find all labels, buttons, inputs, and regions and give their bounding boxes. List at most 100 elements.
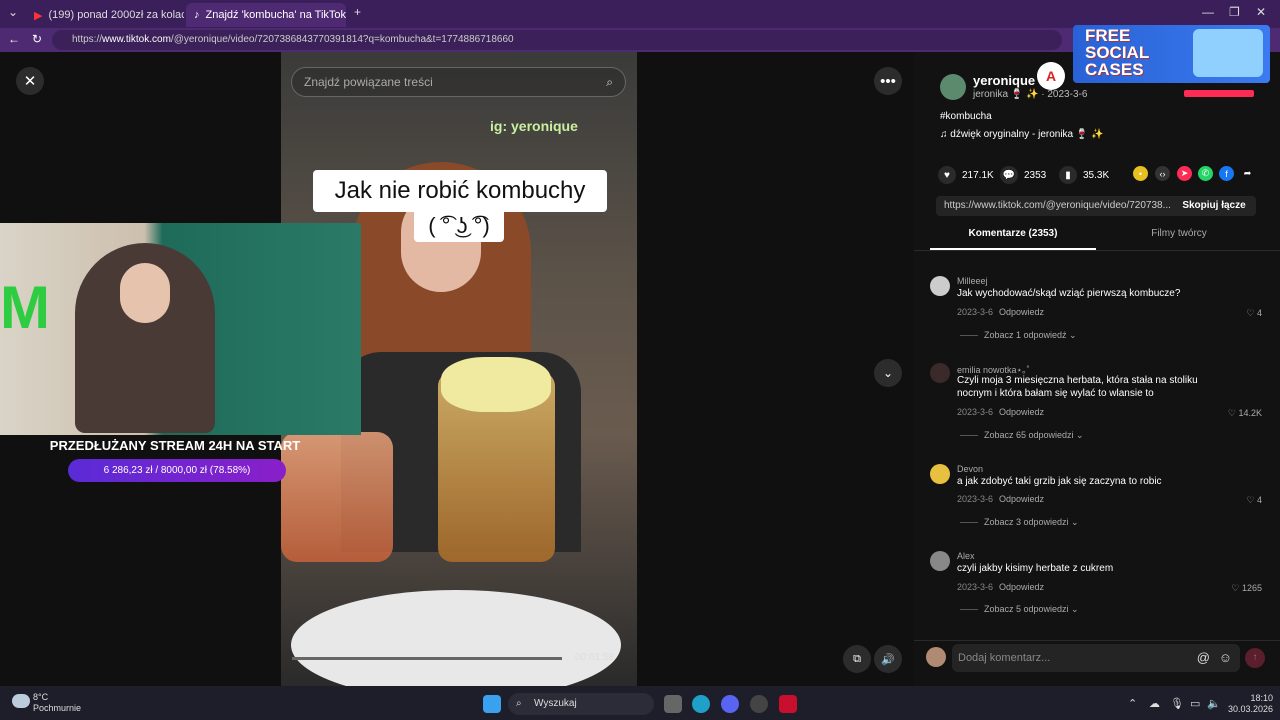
comment-like[interactable]: ♡ 14.2K — [1228, 408, 1262, 419]
video-description[interactable]: #kombucha — [940, 111, 992, 122]
cloud-icon[interactable]: ☁ — [1149, 697, 1160, 710]
new-tab-button[interactable]: + — [354, 5, 361, 19]
task-view-icon[interactable] — [664, 695, 682, 713]
taskbar-search[interactable]: ⌕ Wyszukaj — [508, 693, 654, 715]
tab-comments[interactable]: Komentarze (2353) — [930, 228, 1096, 250]
view-replies-button[interactable]: Zobacz 1 odpowiedź ⌄ — [960, 330, 1077, 341]
comment-meta: 2023-3-6 Odpowiedz — [957, 494, 1044, 504]
bookmark-icon[interactable]: ▮ — [1059, 166, 1077, 184]
comment-user[interactable]: Milleeej — [957, 276, 988, 286]
url-prefix: https:// — [72, 34, 103, 45]
comment-date: 2023-3-6 — [957, 407, 994, 417]
url-path: /@yeronique/video/7207386843770391814?q=… — [170, 34, 514, 45]
white-bowl — [291, 590, 621, 686]
stream-title: PRZEDŁUŻANY STREAM 24H NA START — [49, 438, 301, 453]
refresh-icon[interactable]: ↻ — [32, 32, 42, 46]
comment-icon[interactable]: 💬 — [1000, 166, 1018, 184]
ad-brand-icon[interactable]: A — [1037, 62, 1065, 90]
jar-cloth — [441, 357, 551, 412]
edge-icon[interactable] — [692, 695, 710, 713]
video-progress-bar[interactable] — [292, 657, 562, 660]
maximize-button[interactable]: ❐ — [1229, 5, 1240, 19]
more-options-icon[interactable]: ••• — [874, 67, 902, 95]
clock-time: 18:10 — [1250, 693, 1274, 703]
tab-youtube[interactable]: ▶ (199) ponad 2000zł za kolację i czł ✕ — [26, 3, 184, 27]
back-icon[interactable]: ← — [8, 32, 20, 46]
mic-icon[interactable]: 🎙 — [1170, 697, 1184, 710]
browser-tab-strip: ▶ (199) ponad 2000zł za kolację i czł ✕ … — [0, 0, 1280, 28]
author-avatar[interactable] — [940, 74, 966, 100]
whatsapp-icon[interactable]: ✆ — [1198, 166, 1213, 181]
tab-title: (199) ponad 2000zł za kolację i czł — [48, 9, 184, 21]
view-replies-button[interactable]: Zobacz 5 odpowiedzi ⌄ — [960, 604, 1079, 615]
comment-input[interactable]: Dodaj komentarz... @ ☺ — [952, 644, 1240, 672]
save-stat[interactable]: ▮ 35.3K — [1059, 166, 1109, 184]
start-icon[interactable] — [483, 695, 501, 713]
comment-like[interactable]: ♡ 4 — [1246, 495, 1262, 506]
tab-creator-videos[interactable]: Filmy twórcy — [1096, 228, 1262, 250]
volume-icon[interactable]: 🔊 — [874, 645, 902, 673]
comment-meta: 2023-3-6 Odpowiedz — [957, 307, 1044, 317]
emoji-icon[interactable]: ☺ — [1219, 644, 1232, 672]
close-icon[interactable]: ✕ — [16, 67, 44, 95]
facebook-icon[interactable]: f — [1219, 166, 1234, 181]
related-search-input[interactable]: Znajdź powiązane treści ⌕ — [291, 67, 626, 97]
address-bar[interactable]: https://www.tiktok.com/@yeronique/video/… — [52, 30, 1062, 50]
comment-avatar[interactable] — [930, 276, 950, 296]
sound-link[interactable]: ♫ dźwięk oryginalny - jeronika 🍷 ✨ — [940, 129, 1104, 140]
reply-button[interactable]: Odpowiedz — [999, 582, 1044, 592]
comment-avatar[interactable] — [930, 363, 950, 383]
send-icon[interactable]: ➤ — [1177, 166, 1192, 181]
comment-like-count: 4 — [1256, 495, 1262, 505]
advertisement-banner[interactable]: FREE SOCIAL CASES — [1073, 25, 1270, 83]
chevron-down-icon[interactable]: ⌄ — [874, 359, 902, 387]
comment-stat[interactable]: 💬 2353 — [1000, 166, 1046, 184]
comment-user[interactable]: Devon — [957, 464, 983, 474]
comment-like[interactable]: ♡ 1265 — [1231, 583, 1262, 594]
coin-icon[interactable]: • — [1133, 166, 1148, 181]
tiktok-icon: ♪ — [194, 9, 200, 21]
send-comment-button[interactable]: ↑ — [1245, 648, 1265, 668]
reply-button[interactable]: Odpowiedz — [999, 307, 1044, 317]
search-icon[interactable]: ⌕ — [606, 68, 613, 96]
embed-icon[interactable]: ‹› — [1155, 166, 1170, 181]
mention-icon[interactable]: @ — [1197, 644, 1210, 672]
comment-meta: 2023-3-6 Odpowiedz — [957, 582, 1044, 592]
comment-text: czyli jakby kisimy herbate z cukrem — [957, 563, 1114, 574]
comment-avatar[interactable] — [930, 551, 950, 571]
weather-icon[interactable] — [12, 694, 30, 708]
author-name[interactable]: yeronique — [973, 73, 1035, 88]
video-caption: Jak nie robić kombuchy — [313, 170, 607, 212]
heart-icon[interactable]: ♥ — [938, 166, 956, 184]
comment-user[interactable]: Alex — [957, 551, 975, 561]
comment-like-count: 4 — [1256, 308, 1262, 318]
network-icon[interactable]: ▭ — [1190, 697, 1200, 710]
discord-icon[interactable] — [721, 695, 739, 713]
search-placeholder: Znajdź powiązane treści — [304, 75, 433, 89]
speaker-icon[interactable]: 🔈 — [1207, 697, 1221, 710]
view-replies-button[interactable]: Zobacz 3 odpowiedzi ⌄ — [960, 517, 1079, 528]
comment-count: 2353 — [1024, 169, 1047, 181]
divider — [914, 250, 1280, 251]
close-window-button[interactable]: ✕ — [1256, 5, 1266, 19]
weather-temp: 8°C — [33, 692, 49, 702]
share-arrow-icon[interactable]: ➦ — [1240, 166, 1255, 181]
tab-tiktok[interactable]: ♪ Znajdź 'kombucha' na TikTok ✕ — [186, 3, 346, 27]
picture-in-picture-icon[interactable]: ⧉ — [843, 645, 871, 673]
like-stat[interactable]: ♥ 217.1K — [938, 166, 994, 184]
minimize-button[interactable]: — — [1202, 5, 1214, 19]
comment-like[interactable]: ♡ 4 — [1246, 308, 1262, 319]
app-red-icon[interactable] — [779, 695, 797, 713]
copy-link-button[interactable]: Skopiuj łącze — [1172, 196, 1256, 216]
tab-list-icon[interactable]: ⌄ — [8, 5, 18, 19]
weather-widget[interactable]: 8°C Pochmurnie — [33, 692, 81, 714]
clock[interactable]: 18:10 30.03.2026 — [1228, 693, 1273, 715]
reply-button[interactable]: Odpowiedz — [999, 494, 1044, 504]
comment-avatar[interactable] — [930, 464, 950, 484]
app-icon[interactable] — [750, 695, 768, 713]
follow-button[interactable] — [1184, 90, 1254, 97]
view-replies-button[interactable]: Zobacz 65 odpowiedzi ⌄ — [960, 430, 1084, 441]
tray-chevron-icon[interactable]: ⌃ — [1128, 697, 1137, 710]
comment-item: Milleeej Jak wychodować/skąd wziąć pierw… — [930, 276, 1270, 346]
reply-button[interactable]: Odpowiedz — [999, 407, 1044, 417]
